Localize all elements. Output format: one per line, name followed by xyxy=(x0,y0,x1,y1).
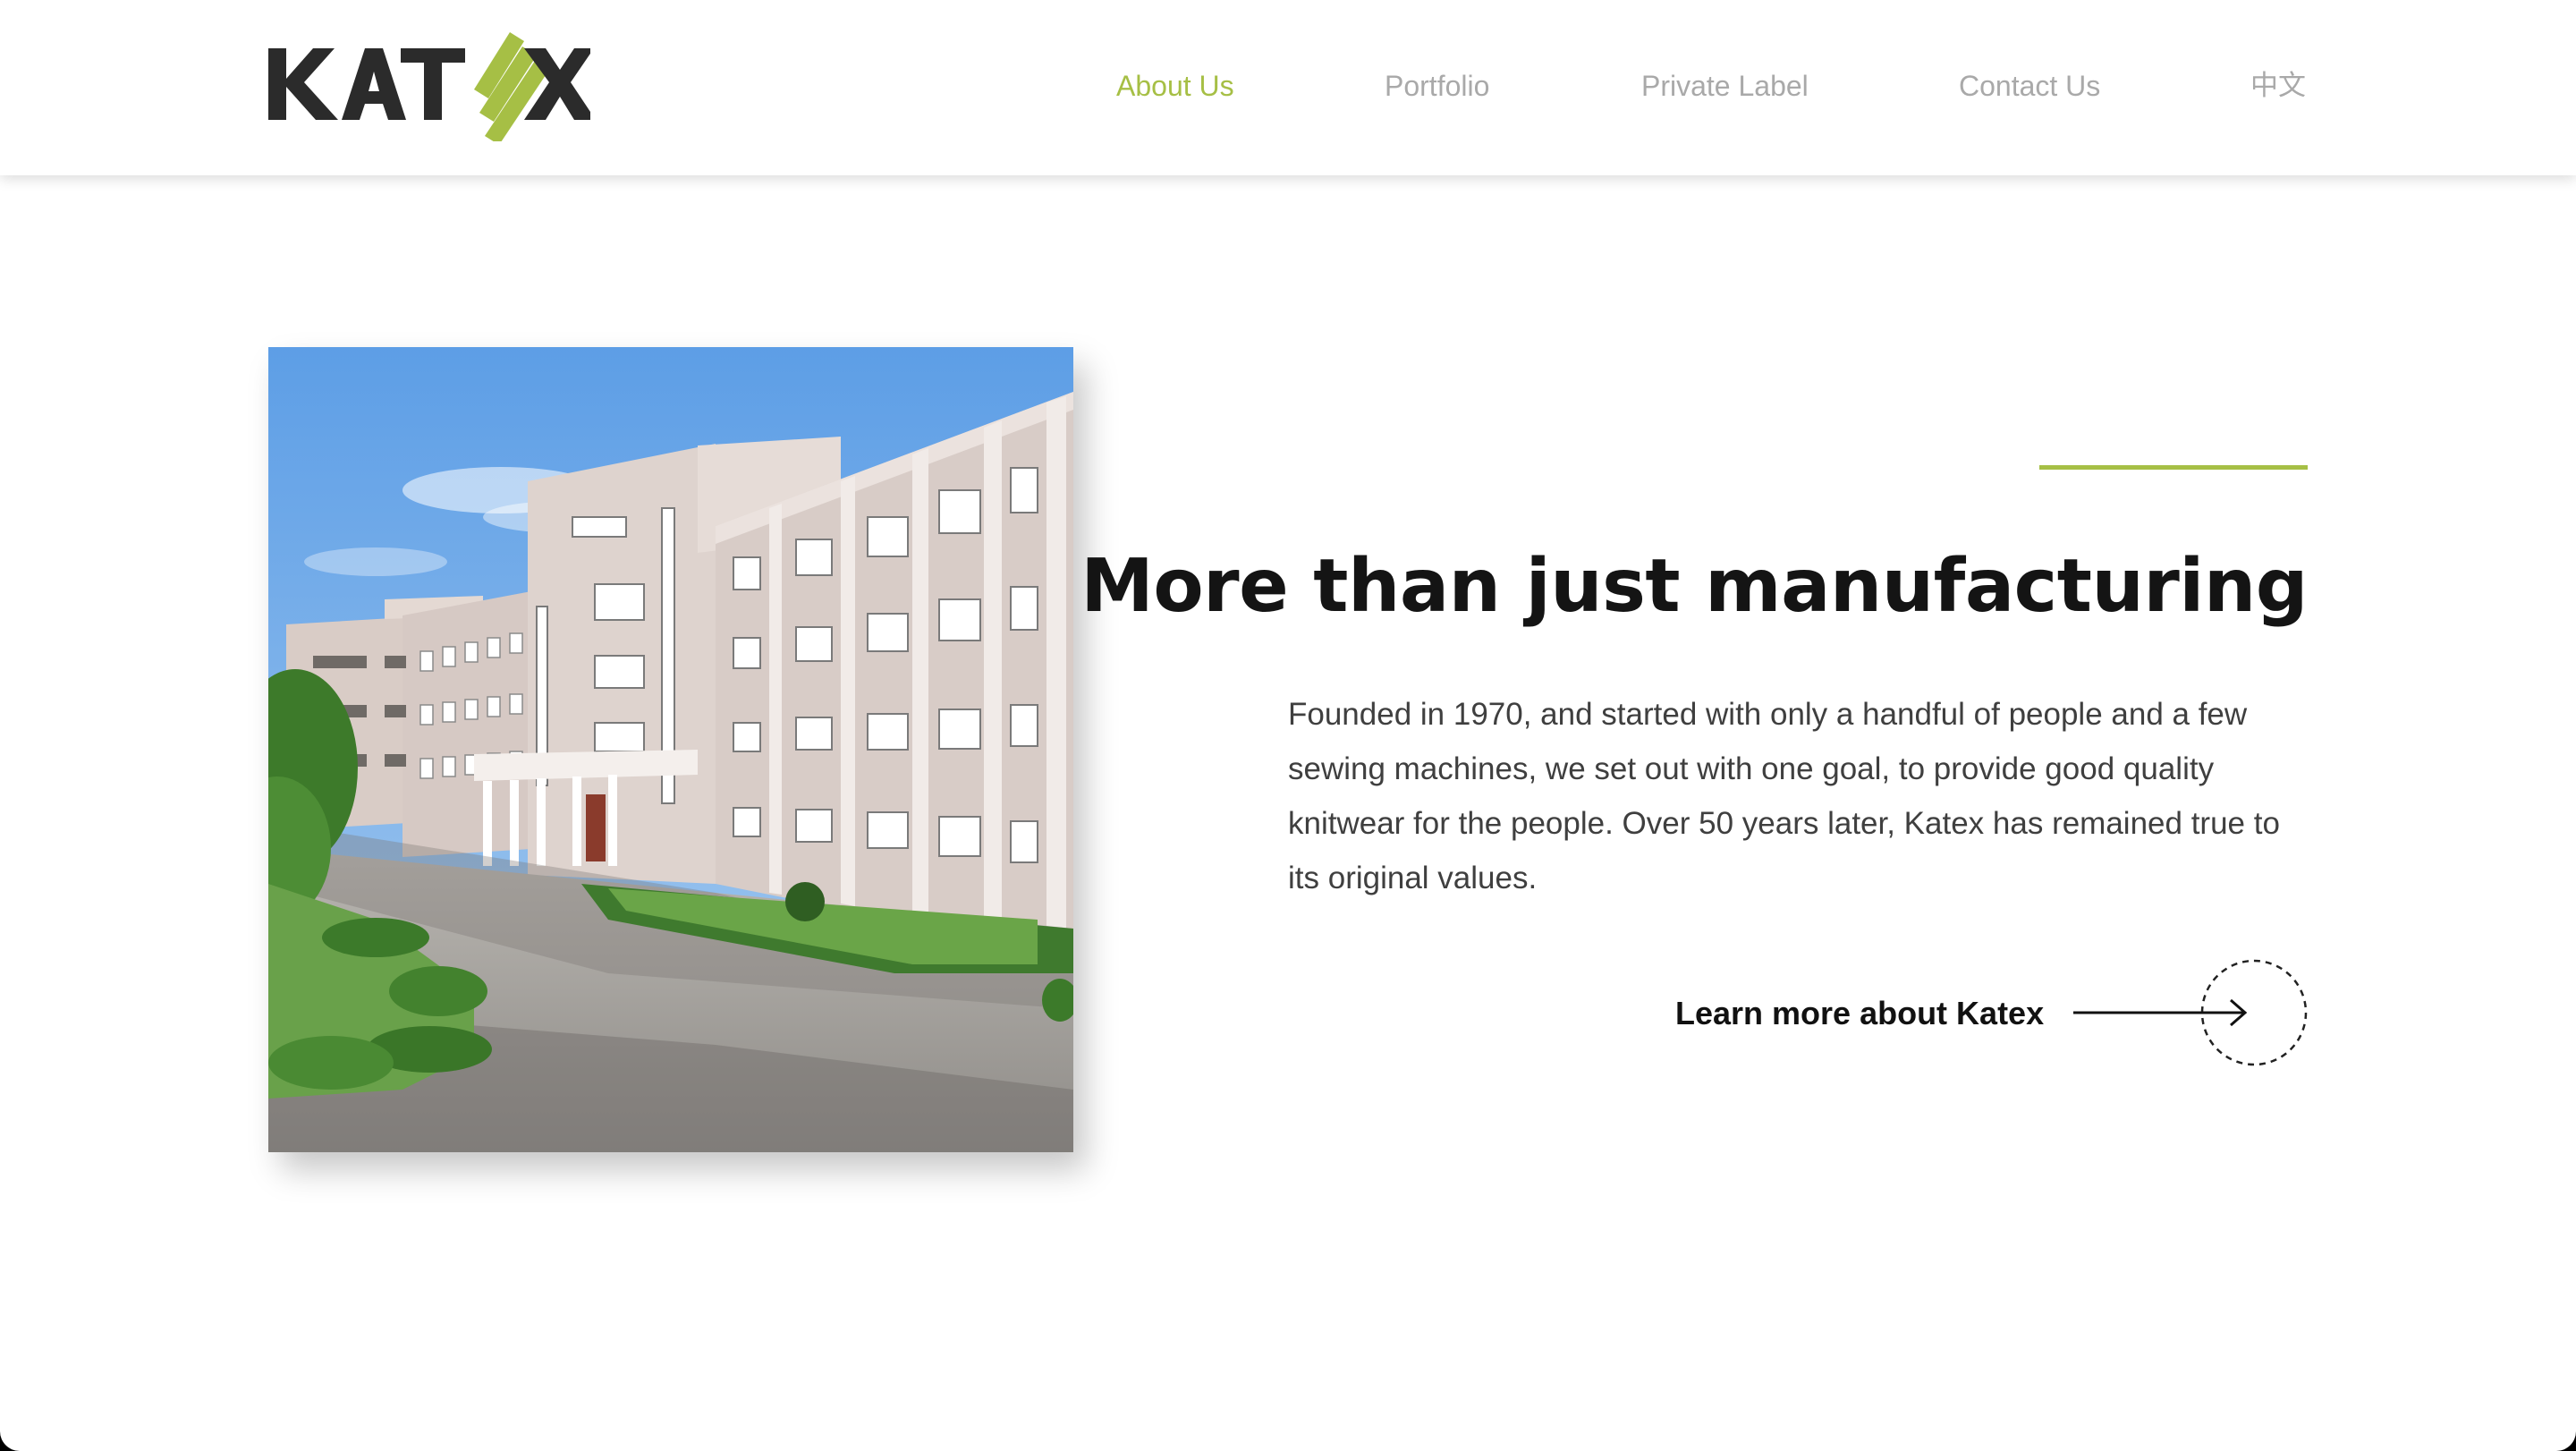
page: About Us Portfolio Private Label Contact… xyxy=(0,0,2576,1451)
nav-language-chinese[interactable]: 中文 xyxy=(2250,63,2306,109)
arrow-right-circle-icon xyxy=(2073,959,2308,1066)
hero-description: Founded in 1970, and started with only a… xyxy=(1288,697,2280,895)
learn-more-label: Learn more about Katex xyxy=(1675,995,2045,1031)
accent-divider xyxy=(2039,465,2308,470)
factory-building-photo xyxy=(268,347,1073,1152)
site-header: About Us Portfolio Private Label Contact… xyxy=(0,0,2576,175)
nav-private-label[interactable]: Private Label xyxy=(1641,63,1809,109)
hero-headline: More than just manufacturing xyxy=(1080,544,2308,629)
factory-building-image xyxy=(268,347,1073,1152)
nav-about-us[interactable]: About Us xyxy=(1116,63,1234,109)
main-nav: About Us Portfolio Private Label Contact… xyxy=(0,63,2576,109)
nav-contact-us[interactable]: Contact Us xyxy=(1959,63,2100,109)
nav-portfolio[interactable]: Portfolio xyxy=(1385,63,1489,109)
learn-more-link[interactable]: Learn more about Katex xyxy=(1664,957,2308,1068)
